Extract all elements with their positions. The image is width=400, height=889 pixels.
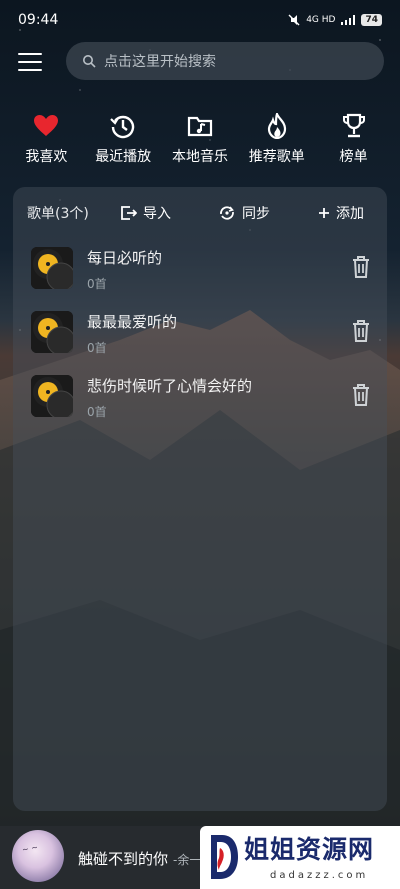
playlist-count: 歌单(3个): [27, 206, 89, 222]
quick-charts[interactable]: 榜单: [317, 112, 391, 172]
add-playlist-button[interactable]: 添加: [318, 203, 364, 223]
quick-favorites[interactable]: 我喜欢: [9, 112, 83, 172]
history-icon: [109, 112, 137, 140]
trash-icon[interactable]: [350, 319, 372, 343]
import-label: 导入: [143, 206, 171, 222]
playlist-title: 悲伤时候听了心情会好的: [87, 377, 253, 395]
search-input[interactable]: 点击这里开始搜索: [66, 42, 384, 80]
playlist-song-count: 0首: [87, 405, 107, 419]
playlist-title: 最最最爱听的: [87, 313, 178, 331]
status-bar: 09:44 4G HD 74: [0, 0, 400, 40]
search-icon: [83, 55, 96, 68]
cover-art-script: ~ ~: [21, 842, 39, 855]
album-cover[interactable]: ~ ~: [12, 830, 64, 882]
quick-label: 本地音乐: [171, 149, 228, 165]
import-button[interactable]: 导入: [121, 203, 171, 223]
add-label: 添加: [336, 206, 364, 222]
quick-label: 我喜欢: [25, 149, 68, 165]
heart-icon: [32, 112, 60, 140]
playlist-item[interactable]: 最最最爱听的 0首: [13, 305, 387, 365]
watermark-url: dadazzz.com: [270, 870, 369, 881]
quick-recommended[interactable]: 推荐歌单: [240, 112, 314, 172]
playlist-title: 每日必听的: [87, 249, 163, 267]
status-icons: 4G HD 74: [288, 14, 382, 26]
trash-icon[interactable]: [350, 255, 372, 279]
playlist-panel: 歌单(3个) 导入 同步 添加 每日必听的 0首 最最最爱听的 0首 悲伤时候听…: [13, 187, 387, 811]
watermark-logo-icon: [211, 835, 238, 879]
vinyl-cover-icon: [31, 311, 73, 353]
sync-button[interactable]: 同步: [218, 203, 270, 223]
import-icon: [121, 206, 137, 220]
now-playing-title: 触碰不到的你: [78, 850, 169, 868]
menu-button[interactable]: [18, 53, 42, 71]
watermark: 姐姐资源网 dadazzz.com: [200, 826, 400, 889]
playlist-item[interactable]: 每日必听的 0首: [13, 241, 387, 301]
trophy-icon: [340, 112, 368, 140]
playlist-song-count: 0首: [87, 277, 107, 291]
quick-label: 榜单: [339, 149, 368, 165]
quick-recent[interactable]: 最近播放: [86, 112, 160, 172]
now-playing-artist: -余一: [173, 853, 202, 867]
vinyl-cover-icon: [31, 247, 73, 289]
sync-label: 同步: [242, 206, 270, 222]
vinyl-cover-icon: [31, 375, 73, 417]
network-label: 4G HD: [306, 15, 336, 25]
sync-icon: [220, 206, 234, 220]
music-folder-icon: [186, 112, 214, 140]
search-placeholder: 点击这里开始搜索: [104, 54, 216, 70]
quick-label: 最近播放: [95, 149, 152, 165]
signal-icon: [341, 15, 356, 25]
quick-actions: 我喜欢 最近播放 本地音乐 推荐歌单 榜单: [0, 112, 400, 172]
status-time: 09:44: [18, 12, 59, 28]
battery-indicator: 74: [361, 14, 382, 26]
playlist-panel-header: 歌单(3个) 导入 同步 添加: [13, 187, 387, 239]
flame-icon: [263, 112, 291, 140]
trash-icon[interactable]: [350, 383, 372, 407]
quick-local[interactable]: 本地音乐: [163, 112, 237, 172]
playlist-item[interactable]: 悲伤时候听了心情会好的 0首: [13, 369, 387, 429]
watermark-text: 姐姐资源网: [244, 835, 375, 864]
playlist-song-count: 0首: [87, 341, 107, 355]
plus-icon: [319, 208, 329, 218]
top-bar: 点击这里开始搜索: [0, 42, 400, 82]
quick-label: 推荐歌单: [248, 149, 305, 165]
mute-icon: [288, 14, 300, 26]
